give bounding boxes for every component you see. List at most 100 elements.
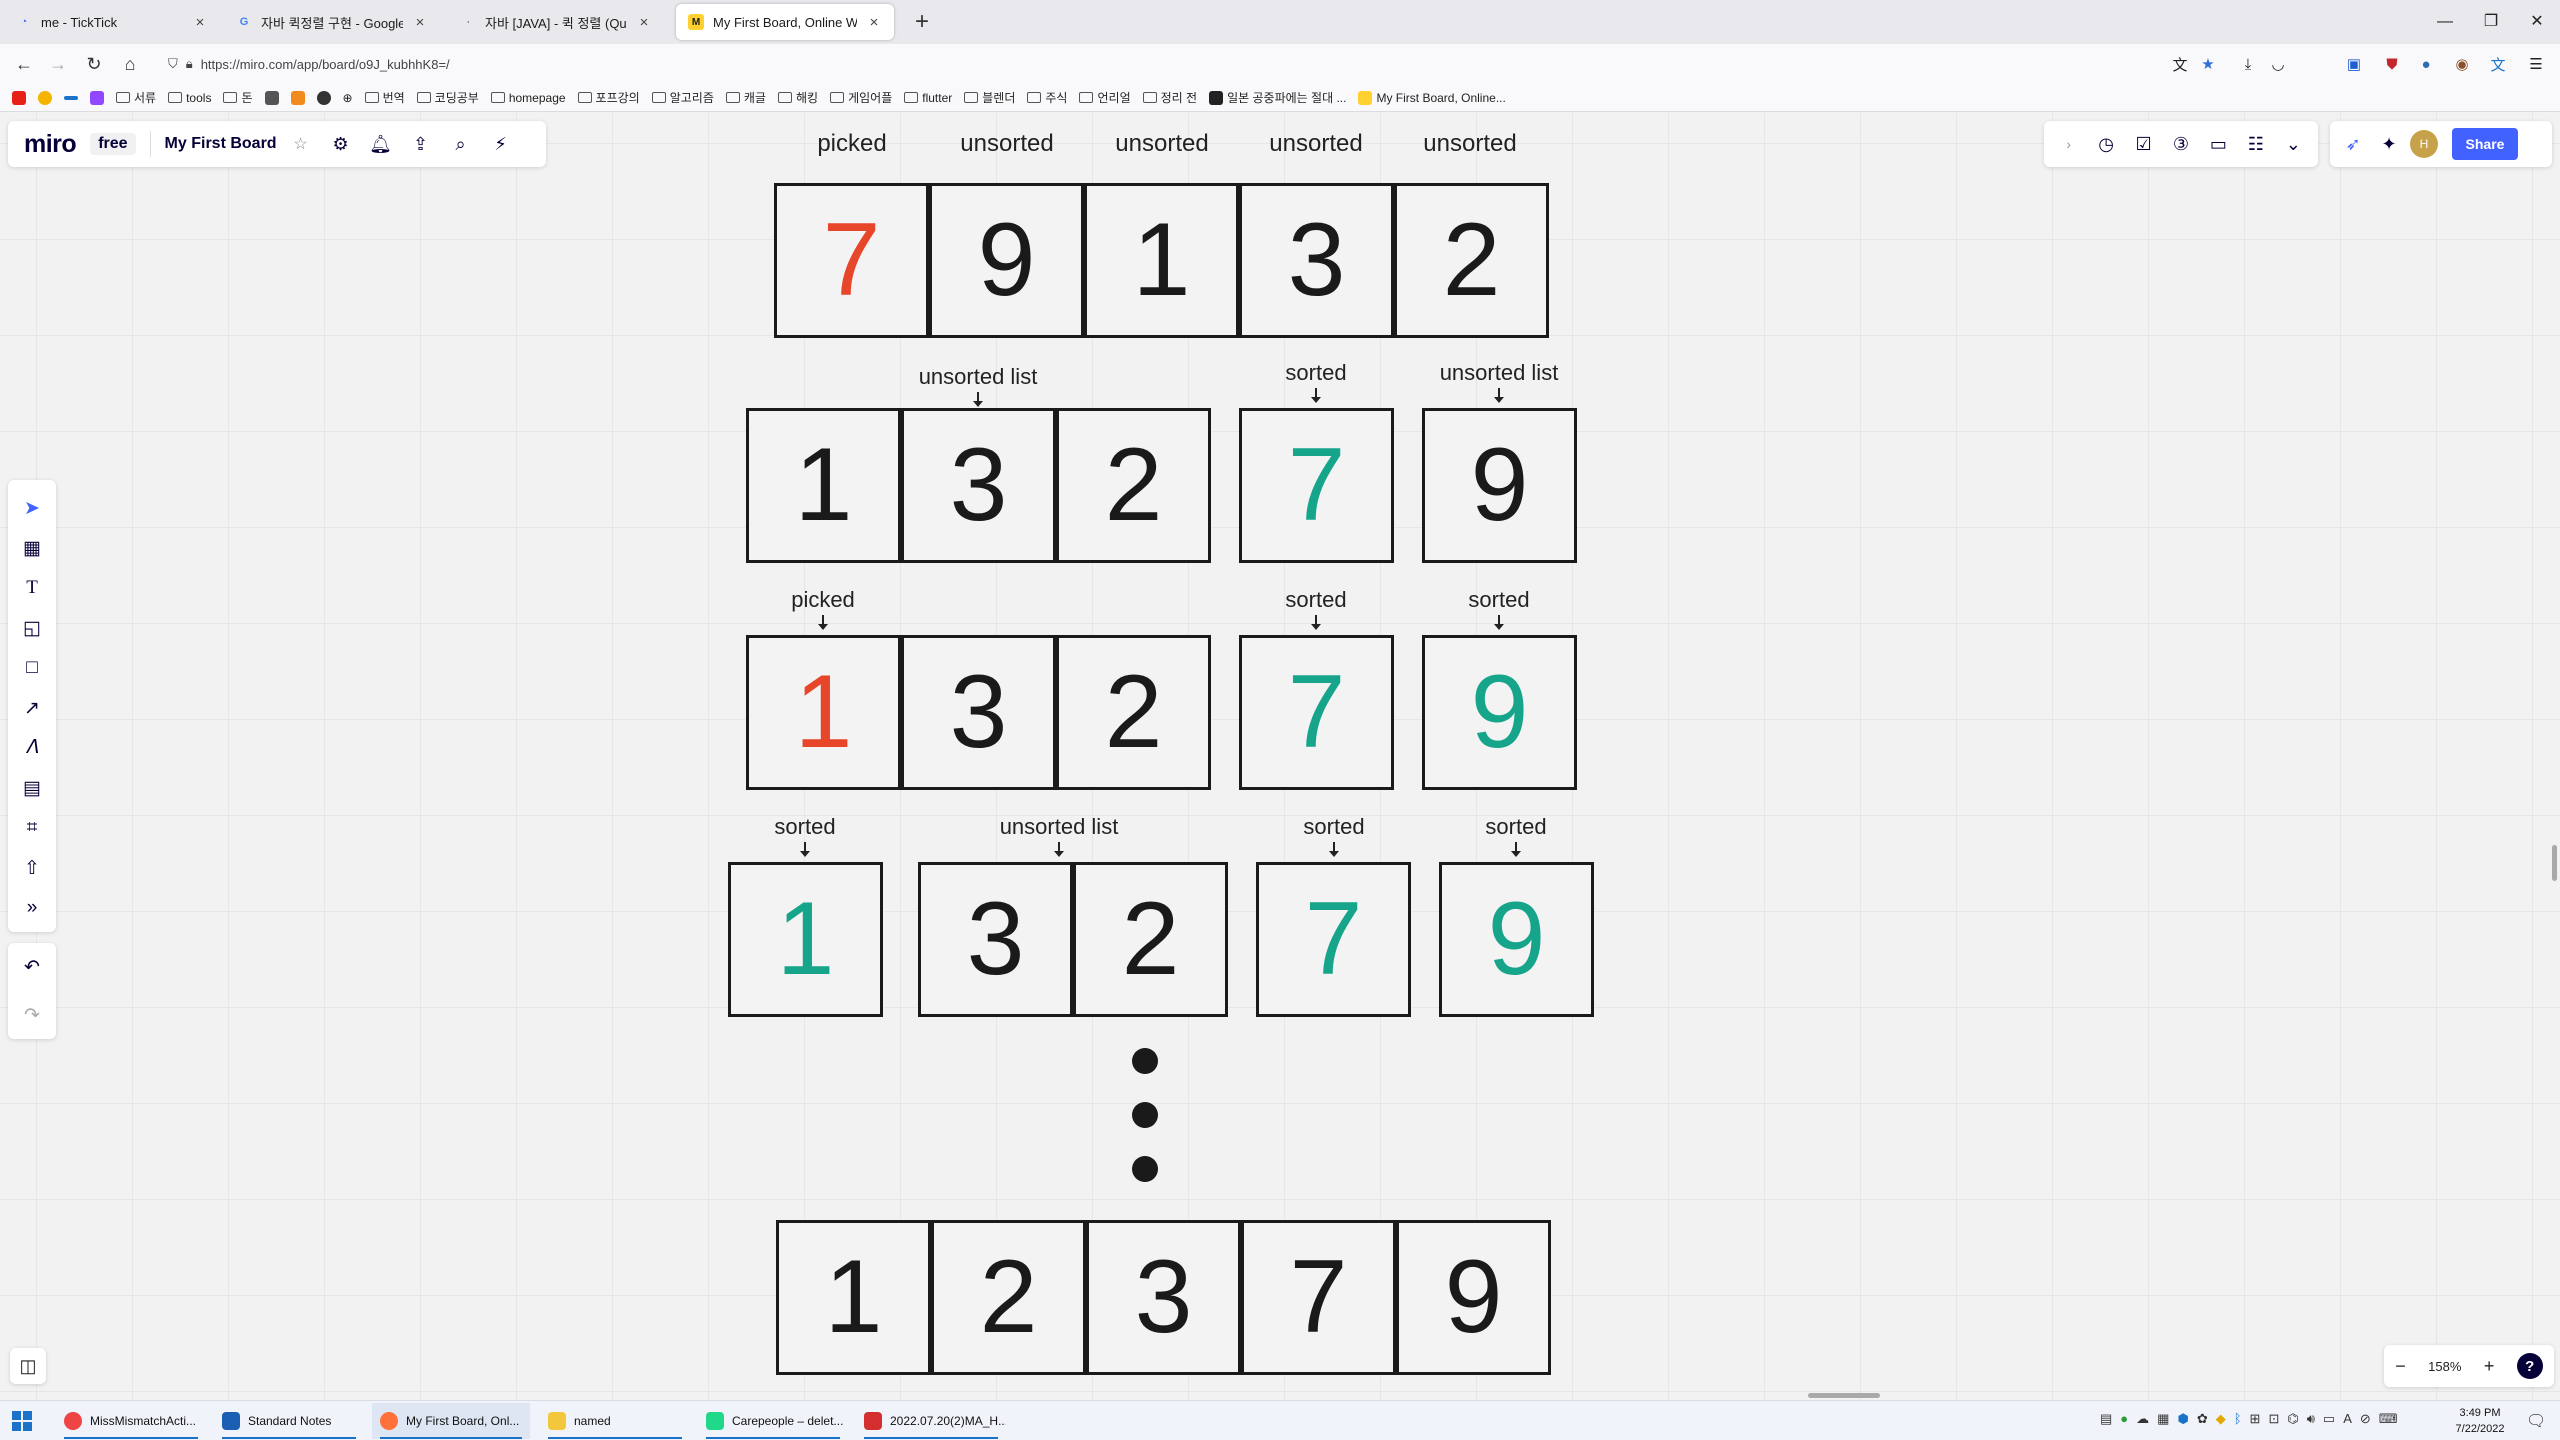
more-apps-icon[interactable]: »	[15, 891, 49, 925]
bookmark-folder[interactable]: 언리얼	[1079, 89, 1131, 106]
close-tab-icon[interactable]: ×	[412, 14, 428, 31]
extension-icon[interactable]: ◉	[2448, 50, 2476, 78]
cell-r1-0[interactable]: 7	[774, 183, 929, 338]
tray-icon[interactable]: ▦	[2157, 1411, 2169, 1427]
sticky-note-icon[interactable]: ◱	[15, 611, 49, 645]
taskbar-item[interactable]: named	[540, 1403, 690, 1439]
tray-icon[interactable]: ⌬	[2287, 1411, 2298, 1427]
bookmark[interactable]	[64, 95, 78, 100]
share-button[interactable]: Share	[2452, 128, 2518, 160]
avatar[interactable]: H	[2410, 130, 2438, 158]
tray-icon[interactable]: ▤	[2100, 1411, 2112, 1427]
ellipsis-dot[interactable]	[1132, 1156, 1158, 1182]
tab-google-search[interactable]: G 자바 퀵정렬 구현 - Google Search ×	[224, 4, 440, 40]
bookmark-folder[interactable]: 정리 전	[1142, 89, 1197, 106]
plug-icon[interactable]: ⚡︎	[487, 130, 515, 158]
zoom-out-icon[interactable]: −	[2395, 1356, 2406, 1377]
reload-icon[interactable]: ↻	[80, 50, 108, 78]
celebrate-icon[interactable]: ✦	[2374, 129, 2404, 159]
cell-r2-2[interactable]: 2	[1056, 408, 1211, 563]
cell-r4-3[interactable]: 7	[1256, 862, 1411, 1017]
bookmark-folder[interactable]: homepage	[490, 91, 566, 105]
frame-icon[interactable]: ⌗	[15, 811, 49, 845]
cell-r2-0[interactable]: 1	[746, 408, 901, 563]
extension-icon[interactable]: ●	[2412, 50, 2440, 78]
zoom-level[interactable]: 158%	[2428, 1359, 2461, 1374]
upload-icon[interactable]: ⇧	[15, 851, 49, 885]
cell-r2-4[interactable]: 9	[1422, 408, 1577, 563]
translate-extension-icon[interactable]: 文	[2484, 50, 2512, 78]
shield-icon[interactable]: ⛉	[168, 56, 178, 72]
chrome-bookmark[interactable]	[38, 90, 52, 105]
upload-icon[interactable]: ⇪	[407, 130, 435, 158]
tray-icon[interactable]: ●	[2120, 1411, 2128, 1427]
miro-logo[interactable]: miro	[8, 130, 77, 159]
cell-r4-4[interactable]: 9	[1439, 862, 1594, 1017]
number-icon[interactable]: ③	[2166, 129, 2196, 159]
bookmark[interactable]	[316, 90, 331, 105]
undo-icon[interactable]: ↶	[15, 950, 49, 984]
cell-r1-3[interactable]: 3	[1239, 183, 1394, 338]
comment-icon[interactable]: ▤	[15, 771, 49, 805]
taskbar-item[interactable]: 2022.07.20(2)MA_H...	[856, 1403, 1006, 1439]
ublock-icon[interactable]: ⛊	[2378, 50, 2406, 78]
minimize-icon[interactable]: —	[2430, 6, 2460, 38]
url-bar[interactable]: ⛉ 🔒︎ https://miro.com/app/board/o9J_kubh…	[160, 50, 2160, 78]
bookmark-globe[interactable]: ⊕	[343, 91, 353, 105]
bookmark-link[interactable]: 일본 공중파에는 절대 ...	[1209, 89, 1346, 106]
cell-r5-3[interactable]: 7	[1241, 1220, 1396, 1375]
youtube-bookmark[interactable]	[12, 90, 26, 105]
bluetooth-icon[interactable]: ᛒ	[2234, 1411, 2242, 1427]
gear-icon[interactable]: ⚙	[327, 130, 355, 158]
url-text[interactable]: https://miro.com/app/board/o9J_kubhhK8=/	[201, 57, 450, 72]
cell-r3-4[interactable]: 9	[1422, 635, 1577, 790]
taskbar-item[interactable]: MissMismatchActi...	[56, 1403, 206, 1439]
chevron-right-icon[interactable]: ›	[2054, 129, 2084, 159]
cell-r4-1[interactable]: 3	[918, 862, 1073, 1017]
cell-r1-2[interactable]: 1	[1084, 183, 1239, 338]
cursor-icon[interactable]: ➶	[2338, 129, 2368, 159]
cell-r3-1[interactable]: 3	[901, 635, 1056, 790]
connector-icon[interactable]: ↗	[15, 691, 49, 725]
bitwarden-icon[interactable]: ▣	[2340, 50, 2368, 78]
cell-r2-3[interactable]: 7	[1239, 408, 1394, 563]
horizontal-scrollbar[interactable]	[1808, 1393, 1880, 1398]
bookmark-folder[interactable]: 서류	[116, 89, 156, 106]
search-icon[interactable]: ⌕	[447, 130, 475, 158]
menu-icon[interactable]: ☰	[2522, 50, 2550, 78]
taskbar-item[interactable]: Carepeople – delet...	[698, 1403, 848, 1439]
star-icon[interactable]: ☆	[287, 130, 315, 158]
taskbar-item[interactable]: My First Board, Onl...	[372, 1403, 530, 1439]
forward-icon[interactable]: →	[44, 50, 72, 78]
back-icon[interactable]: ←	[10, 50, 38, 78]
zoom-in-icon[interactable]: +	[2484, 1356, 2495, 1377]
chevrons-down-icon[interactable]: ⌄	[2278, 129, 2308, 159]
notification-icon[interactable]: 🗨︎	[2526, 1411, 2546, 1431]
cell-r1-4[interactable]: 2	[1394, 183, 1549, 338]
new-tab-button[interactable]: +	[908, 8, 936, 36]
ellipsis-dot[interactable]	[1132, 1048, 1158, 1074]
bookmark-link[interactable]: My First Board, Online...	[1358, 90, 1506, 105]
shape-icon[interactable]: □	[15, 651, 49, 685]
volume-icon[interactable]: 🔊︎	[2307, 1411, 2315, 1427]
restore-icon[interactable]: ❐	[2476, 6, 2506, 38]
cell-r3-2[interactable]: 2	[1056, 635, 1211, 790]
bookmark-folder[interactable]: 번역	[364, 89, 405, 106]
lock-icon[interactable]: 🔒︎	[186, 56, 193, 72]
miro-canvas[interactable]: miro free My First Board ☆ ⚙ 🔔︎ ⇪ ⌕ ⚡︎ ›…	[0, 113, 2560, 1400]
network-icon[interactable]: ⊡	[2268, 1411, 2279, 1427]
bookmark-folder[interactable]: flutter	[904, 91, 952, 105]
tray-icon[interactable]: ⌨	[2379, 1411, 2398, 1427]
templates-icon[interactable]: ▦	[15, 531, 49, 565]
bookmark[interactable]	[264, 90, 279, 105]
taskbar-item[interactable]: Standard Notes	[214, 1403, 364, 1439]
tray-icon[interactable]: ⊘	[2360, 1411, 2371, 1427]
cell-r2-1[interactable]: 3	[901, 408, 1056, 563]
twitch-bookmark[interactable]	[90, 90, 104, 105]
bookmark[interactable]	[290, 90, 305, 105]
windows-start-icon[interactable]	[12, 1411, 32, 1431]
tray-icon[interactable]: ☁	[2136, 1411, 2149, 1427]
cell-r3-0[interactable]: 1	[746, 635, 901, 790]
tray-icon[interactable]: ⊞	[2250, 1411, 2261, 1427]
home-icon[interactable]: ⌂	[116, 50, 144, 78]
